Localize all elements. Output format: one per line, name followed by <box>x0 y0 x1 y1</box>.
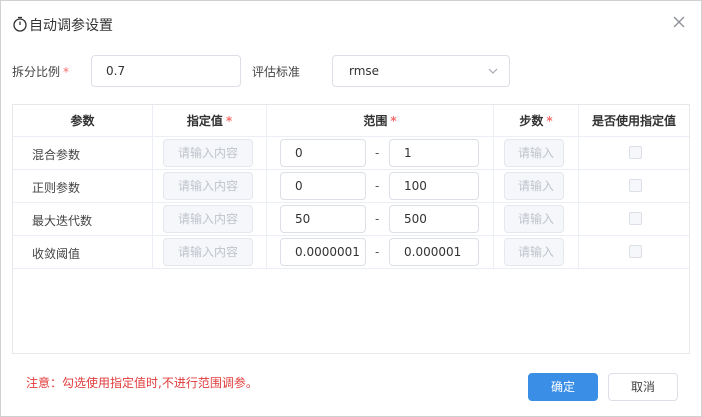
range-max-input[interactable]: 0.000001 <box>389 238 479 266</box>
range-separator: - <box>375 212 380 226</box>
dialog-title: 自动调参设置 <box>29 18 113 34</box>
steps-input[interactable]: 请输入 <box>504 238 564 266</box>
dialog-header: 自动调参设置 <box>1 1 701 45</box>
chevron-down-icon <box>487 65 499 77</box>
specified-value-input[interactable]: 请输入内容 <box>163 139 253 167</box>
close-icon[interactable] <box>670 13 688 31</box>
steps-input[interactable]: 请输入 <box>504 139 564 167</box>
steps-input[interactable]: 请输入 <box>504 172 564 200</box>
table-row: 收敛阈值 请输入内容 0.0000001 - 0.000001 请输入 <box>13 236 689 269</box>
range-separator: - <box>375 179 380 193</box>
use-specified-checkbox[interactable] <box>629 179 642 192</box>
specified-value-input[interactable]: 请输入内容 <box>163 205 253 233</box>
range-max-input[interactable]: 500 <box>389 205 479 233</box>
table-row: 混合参数 请输入内容 0 - 1 请输入 <box>13 137 689 170</box>
param-name: 正则参数 <box>32 181 81 195</box>
specified-value-input[interactable]: 请输入内容 <box>163 172 253 200</box>
cancel-button[interactable]: 取消 <box>608 373 678 401</box>
confirm-button[interactable]: 确定 <box>528 373 598 401</box>
warning-note: 注意：勾选使用指定值时,不进行范围调参。 <box>26 376 258 390</box>
header-use-specified: 是否使用指定值 <box>579 105 689 137</box>
specified-value-input[interactable]: 请输入内容 <box>163 238 253 266</box>
auto-tune-dialog: 自动调参设置 拆分比例* 评估标准 rmse 参数 指定值* 范围* 步数* 是… <box>0 0 702 417</box>
use-specified-checkbox[interactable] <box>629 146 642 159</box>
metric-label: 评估标准 <box>252 65 301 79</box>
table-row: 最大迭代数 请输入内容 50 - 500 请输入 <box>13 203 689 236</box>
timer-icon <box>12 16 28 32</box>
range-min-input[interactable]: 0 <box>280 172 366 200</box>
table-row: 正则参数 请输入内容 0 - 100 请输入 <box>13 170 689 203</box>
header-param: 参数 <box>13 105 153 137</box>
range-min-input[interactable]: 0 <box>280 139 366 167</box>
range-max-input[interactable]: 100 <box>389 172 479 200</box>
range-min-input[interactable]: 0.0000001 <box>280 238 366 266</box>
header-specified: 指定值 * <box>153 105 267 137</box>
metric-select-value: rmse <box>349 64 380 78</box>
param-name: 收敛阈值 <box>32 247 81 261</box>
split-ratio-label: 拆分比例 * <box>12 65 70 79</box>
use-specified-checkbox[interactable] <box>629 245 642 258</box>
split-ratio-input[interactable] <box>91 55 241 87</box>
range-separator: - <box>375 245 380 259</box>
param-name: 最大迭代数 <box>32 214 93 228</box>
header-range: 范围 * <box>267 105 494 137</box>
metric-select[interactable]: rmse <box>332 55 510 87</box>
steps-input[interactable]: 请输入 <box>504 205 564 233</box>
range-max-input[interactable]: 1 <box>389 139 479 167</box>
param-table: 参数 指定值 * 范围 * 步数 * 是否使用指定值 混合参数 请输入内容 0 - 1… <box>12 104 690 354</box>
use-specified-checkbox[interactable] <box>629 212 642 225</box>
range-min-input[interactable]: 50 <box>280 205 366 233</box>
header-steps: 步数 * <box>494 105 579 137</box>
range-separator: - <box>375 146 380 160</box>
param-name: 混合参数 <box>32 148 81 162</box>
